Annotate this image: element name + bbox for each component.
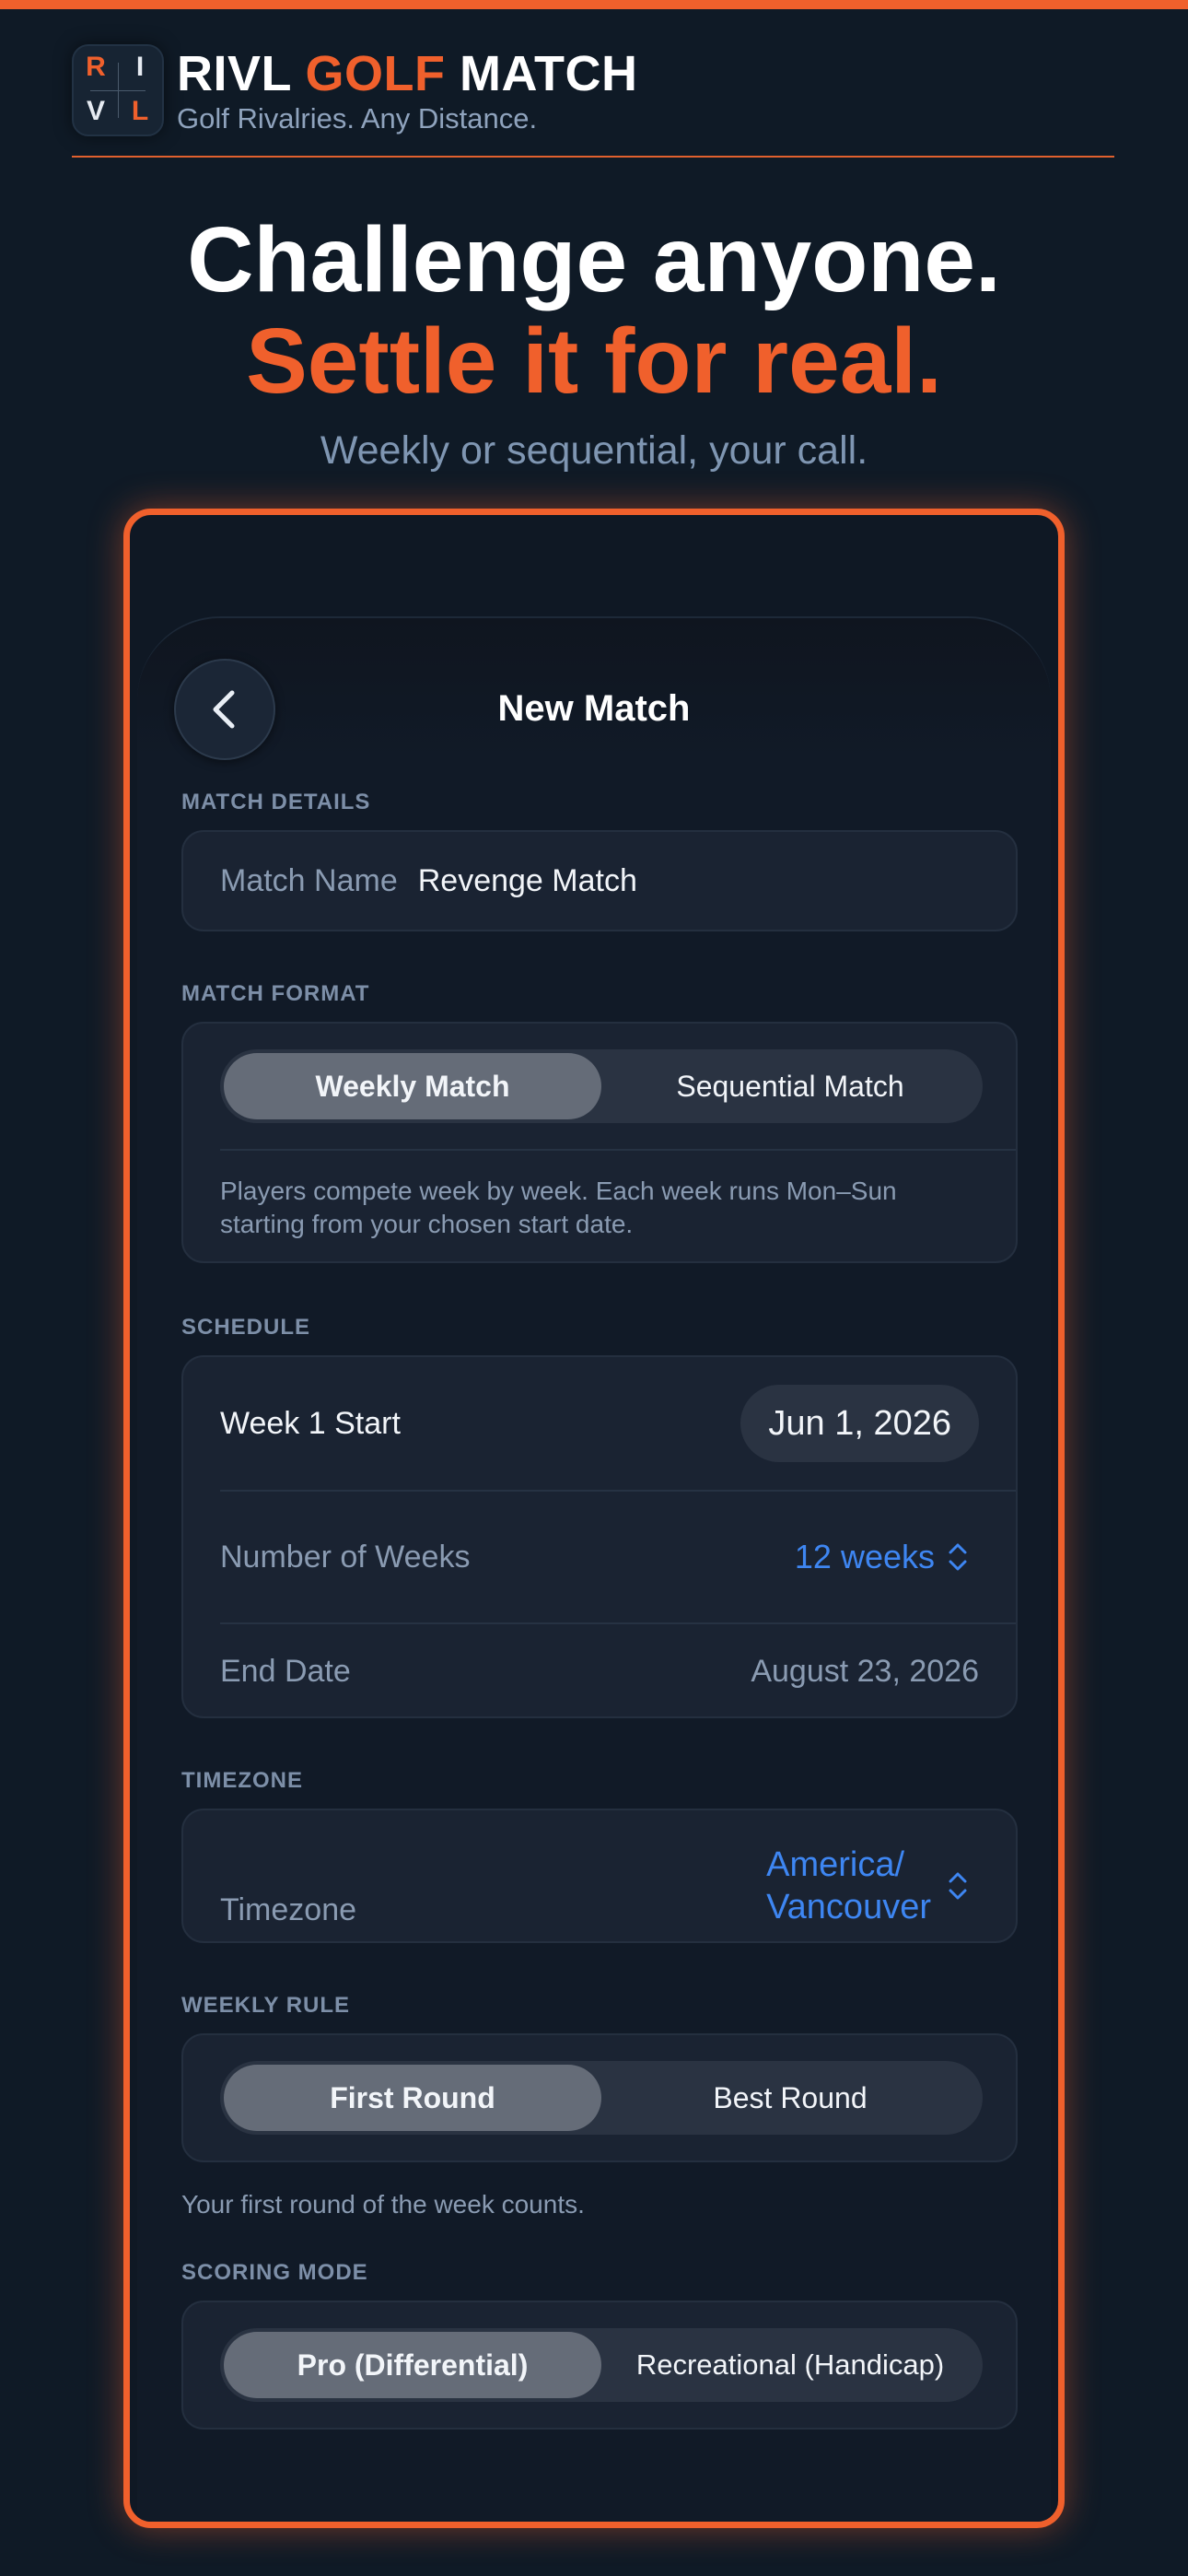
chevron-up-down-icon — [949, 1872, 967, 1900]
brand-header: R I V L RIVL GOLF MATCH Golf Rivalries. … — [72, 44, 637, 136]
sheet-header — [137, 618, 1051, 756]
timezone-card: Timezone America/ Vancouver — [181, 1809, 1018, 1943]
end-date-label: End Date — [220, 1653, 351, 1689]
chevron-up-down-icon — [949, 1543, 967, 1571]
match-name-row[interactable]: Match Name Revenge Match — [183, 832, 1016, 930]
logo-letter-i: I — [135, 52, 145, 82]
brand-title-accent: GOLF — [305, 46, 446, 101]
brand-title-part2: MATCH — [445, 46, 638, 101]
week1-start-label: Week 1 Start — [220, 1405, 401, 1441]
logo-letter-l: L — [131, 96, 149, 126]
segment-sequential-match[interactable]: Sequential Match — [601, 1053, 979, 1119]
match-name-label: Match Name — [220, 862, 398, 898]
match-name-input[interactable]: Revenge Match — [418, 863, 637, 899]
scoring-mode-segmented-control[interactable]: Pro (Differential) Recreational (Handica… — [220, 2328, 983, 2402]
section-label-timezone: TIMEZONE — [181, 1768, 303, 1793]
brand-title: RIVL GOLF MATCH — [177, 45, 637, 102]
top-accent-stripe — [0, 0, 1188, 9]
screen-title: New Match — [497, 688, 691, 729]
segment-first-round[interactable]: First Round — [224, 2065, 601, 2131]
number-of-weeks-row[interactable]: Number of Weeks 12 weeks — [183, 1492, 1016, 1622]
match-details-card: Match Name Revenge Match — [181, 830, 1018, 931]
segment-best-round[interactable]: Best Round — [601, 2065, 979, 2131]
timezone-picker[interactable]: America/ Vancouver — [766, 1844, 979, 1928]
end-date-row: End Date August 23, 2026 — [183, 1624, 1016, 1716]
end-date-value: August 23, 2026 — [751, 1653, 979, 1689]
segment-recreational-handicap[interactable]: Recreational (Handicap) — [601, 2332, 979, 2398]
number-of-weeks-label: Number of Weeks — [220, 1539, 471, 1575]
number-of-weeks-picker[interactable]: 12 weeks — [795, 1538, 979, 1576]
hero-headline-accent: Settle it for real. — [246, 310, 942, 413]
timezone-value: America/ Vancouver — [766, 1844, 931, 1928]
logo-letter-v: V — [86, 96, 105, 126]
segment-pro-differential[interactable]: Pro (Differential) — [224, 2332, 601, 2398]
scoring-mode-card: Pro (Differential) Recreational (Handica… — [181, 2301, 1018, 2430]
app-logo: R I V L — [72, 44, 164, 136]
weekly-rule-segmented-control[interactable]: First Round Best Round — [220, 2061, 983, 2135]
logo-letter-r: R — [86, 52, 106, 82]
weekly-rule-note: Your first round of the week counts. — [181, 2190, 585, 2219]
section-label-schedule: SCHEDULE — [181, 1315, 311, 1340]
divider — [220, 1149, 1016, 1151]
section-label-match-format: MATCH FORMAT — [181, 981, 370, 1006]
timezone-row[interactable]: Timezone America/ Vancouver — [183, 1810, 1016, 1941]
week1-start-row: Week 1 Start Jun 1, 2026 — [183, 1357, 1016, 1490]
phone-screenshot-frame: New Match MATCH DETAILS Match Name Reven… — [123, 509, 1065, 2528]
section-label-weekly-rule: WEEKLY RULE — [181, 1993, 351, 2018]
brand-tagline: Golf Rivalries. Any Distance. — [177, 102, 538, 135]
section-label-match-details: MATCH DETAILS — [181, 790, 371, 814]
section-label-scoring-mode: SCORING MODE — [181, 2260, 368, 2285]
new-match-sheet: New Match MATCH DETAILS Match Name Reven… — [137, 616, 1051, 2522]
match-format-segmented-control[interactable]: Weekly Match Sequential Match — [220, 1049, 983, 1123]
timezone-value-line2: Vancouver — [766, 1888, 931, 1926]
match-format-card: Weekly Match Sequential Match Players co… — [181, 1022, 1018, 1263]
header-divider — [72, 156, 1114, 158]
match-format-description: Players compete week by week. Each week … — [220, 1177, 897, 1238]
schedule-card: Week 1 Start Jun 1, 2026 Number of Weeks… — [181, 1355, 1018, 1718]
weekly-rule-card: First Round Best Round — [181, 2033, 1018, 2162]
week1-start-date-picker[interactable]: Jun 1, 2026 — [740, 1385, 979, 1462]
segment-weekly-match[interactable]: Weekly Match — [224, 1053, 601, 1119]
brand-title-part1: RIVL — [177, 46, 306, 101]
timezone-label: Timezone — [220, 1892, 357, 1927]
hero-subtitle: Weekly or sequential, your call. — [320, 428, 868, 473]
hero-headline: Challenge anyone. — [187, 208, 1001, 311]
timezone-value-line1: America/ — [766, 1845, 905, 1884]
number-of-weeks-value: 12 weeks — [794, 1538, 935, 1575]
